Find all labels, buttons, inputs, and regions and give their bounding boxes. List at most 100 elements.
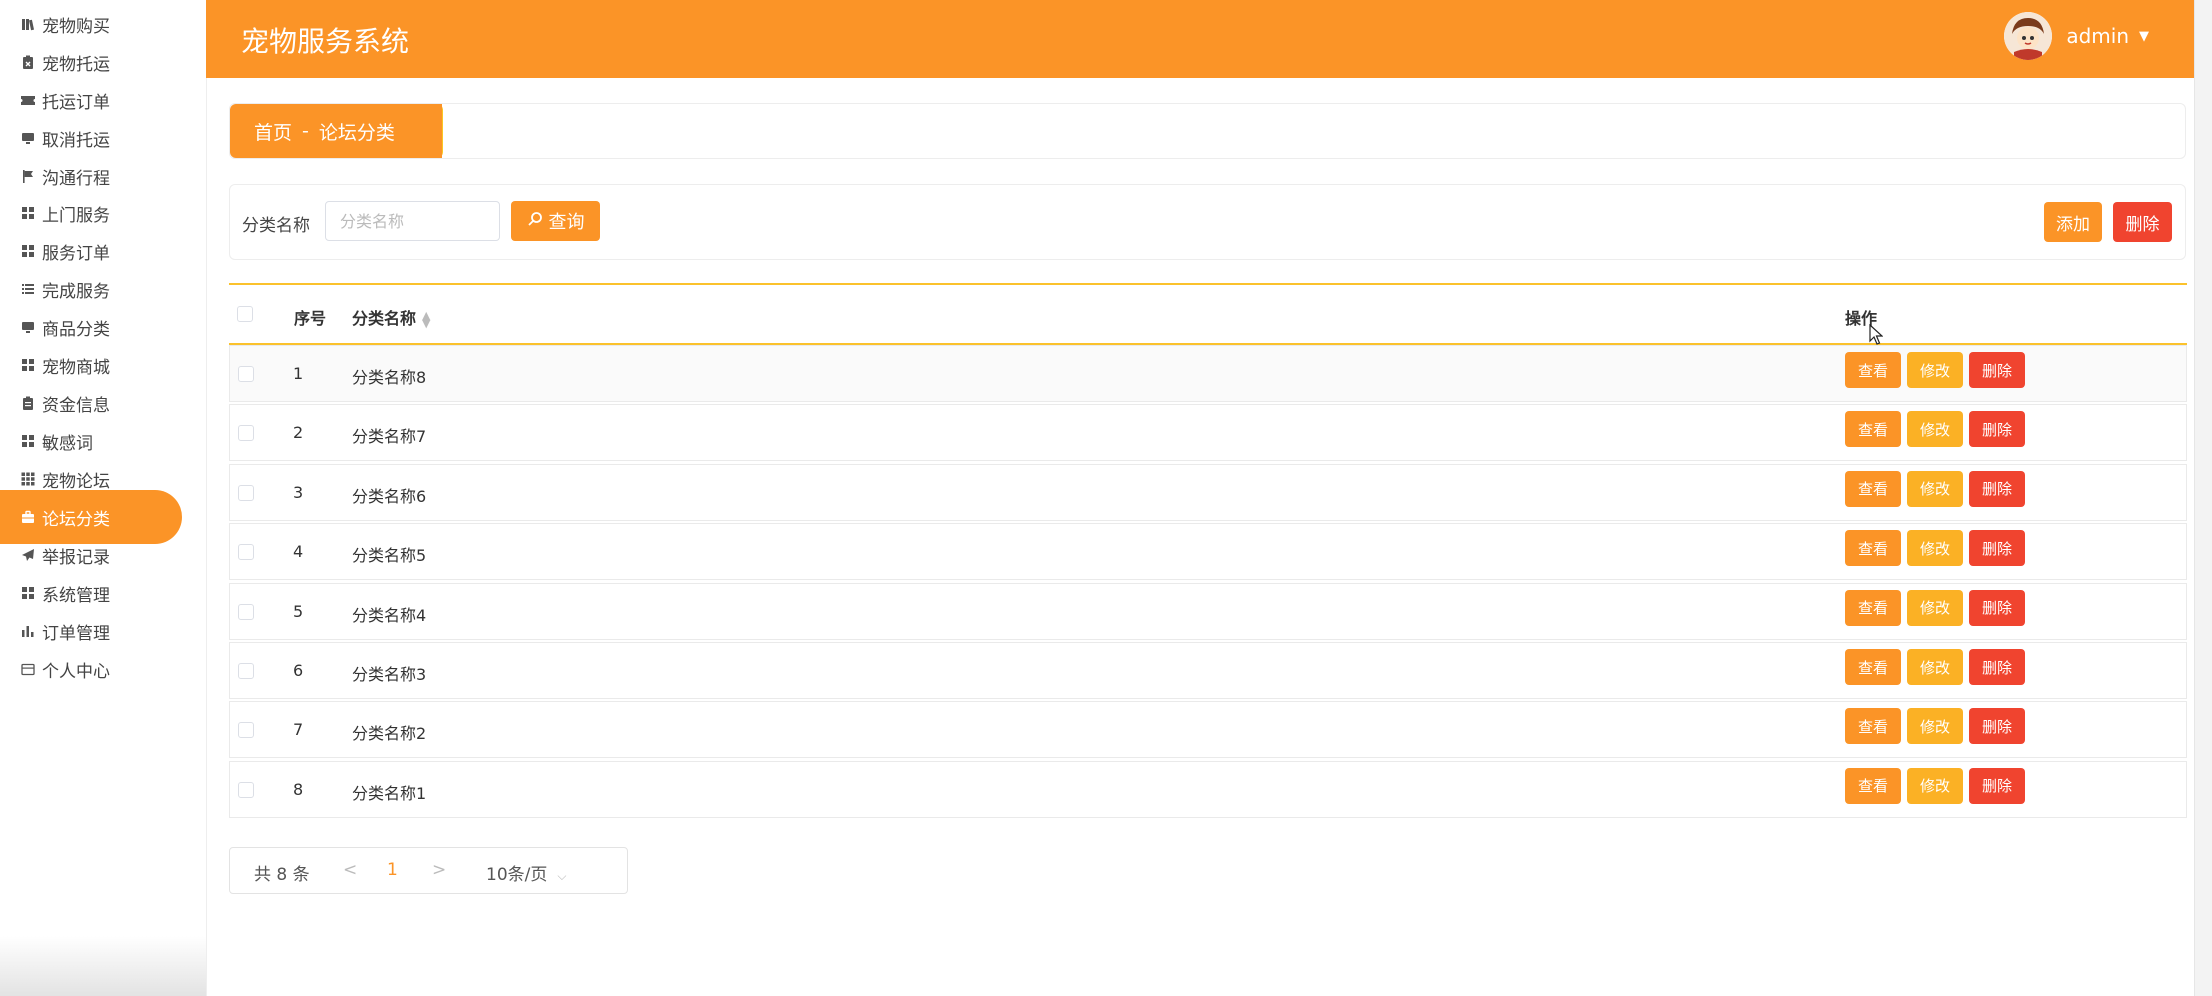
sidebar-item[interactable]: 资金信息	[0, 384, 182, 422]
delete-button[interactable]: 删除	[1969, 767, 2025, 804]
search-input[interactable]	[325, 201, 500, 241]
sidebar-item[interactable]: 宠物购买	[0, 5, 182, 43]
edit-button[interactable]: 修改	[1907, 708, 1963, 745]
sidebar-item[interactable]: 敏感词	[0, 422, 182, 460]
add-button[interactable]: 添加	[2044, 202, 2102, 242]
row-name: 分类名称2	[352, 724, 427, 744]
table-row: 7 分类名称2 查看 修改 删除	[229, 701, 2187, 759]
grid-icon	[20, 205, 36, 221]
view-button[interactable]: 查看	[1845, 649, 1901, 685]
edit-button[interactable]: 修改	[1907, 530, 1963, 567]
sidebar-item[interactable]: 宠物托运	[0, 43, 182, 81]
row-checkbox[interactable]	[238, 663, 254, 679]
table-row: 3 分类名称6 查看 修改 删除	[229, 463, 2187, 521]
edit-button[interactable]: 修改	[1907, 411, 1963, 448]
top-header: 宠物服务系统 admin ▼	[206, 0, 2195, 78]
delete-button[interactable]: 删除	[1969, 589, 2025, 626]
delete-button[interactable]: 删除	[1969, 649, 2025, 685]
send-icon	[20, 547, 36, 563]
sidebar-item-label: 宠物托运	[42, 54, 110, 75]
row-name: 分类名称1	[352, 783, 427, 803]
pagination-next-button[interactable]: >	[432, 860, 446, 880]
avatar[interactable]	[2004, 12, 2053, 60]
chevron-down-icon: ⌵	[557, 869, 567, 883]
sidebar: 宠物购买宠物托运托运订单 取消托运 沟通行程 上门服务服务订单完成服务 商品分类宠物商城…	[0, 0, 207, 996]
monitor-icon	[20, 319, 36, 335]
edit-button[interactable]: 修改	[1907, 470, 1963, 507]
user-menu[interactable]: admin ▼	[2004, 12, 2149, 60]
view-button[interactable]: 查看	[1845, 470, 1901, 507]
sidebar-item-label: 论坛分类	[42, 509, 110, 530]
view-button[interactable]: 查看	[1845, 767, 1901, 804]
sidebar-item[interactable]: 取消托运	[0, 119, 182, 157]
row-checkbox[interactable]	[238, 425, 254, 442]
grid-icon	[20, 243, 36, 259]
row-checkbox[interactable]	[238, 544, 254, 561]
table-row: 4 分类名称5 查看 修改 删除	[229, 523, 2187, 581]
sidebar-item[interactable]: 宠物商城	[0, 346, 182, 384]
sidebar-item-label: 宠物商城	[42, 357, 110, 378]
sidebar-item[interactable]: 托运订单	[0, 81, 182, 119]
row-index: 6	[293, 661, 304, 680]
row-checkbox[interactable]	[238, 781, 254, 798]
caret-down-icon[interactable]: ▼	[2139, 29, 2149, 44]
table-row: 2 分类名称7 查看 修改 删除	[229, 404, 2187, 462]
view-button[interactable]: 查看	[1845, 530, 1901, 567]
query-button[interactable]: 查询	[511, 201, 600, 241]
row-checkbox[interactable]	[238, 484, 254, 501]
sidebar-item-label: 个人中心	[42, 661, 110, 682]
table-row: 5 分类名称4 查看 修改 删除	[229, 582, 2187, 640]
sidebar-item[interactable]: 商品分类	[0, 308, 182, 346]
sidebar-item[interactable]: 完成服务	[0, 270, 182, 308]
sidebar-item-label: 宠物购买	[42, 16, 110, 37]
edit-button[interactable]: 修改	[1907, 649, 1963, 685]
delete-button[interactable]: 删除	[1969, 470, 2025, 507]
app-title: 宠物服务系统	[241, 25, 410, 58]
row-checkbox[interactable]	[238, 722, 254, 739]
sidebar-item[interactable]: 上门服务	[0, 194, 182, 232]
search-panel: 分类名称 查询 添加 删除	[229, 184, 2186, 260]
delete-button[interactable]: 删除	[1969, 530, 2025, 567]
sidebar-item[interactable]: 订单管理	[0, 612, 182, 650]
view-button[interactable]: 查看	[1845, 411, 1901, 448]
monitor-icon	[20, 130, 36, 146]
search-icon	[527, 211, 543, 231]
edit-button[interactable]: 修改	[1907, 352, 1963, 388]
delete-button[interactable]: 删除	[1969, 411, 2025, 448]
username[interactable]: admin	[2066, 24, 2129, 48]
briefcase-icon	[20, 509, 36, 525]
sort-icon[interactable]: ▲ ▼	[422, 310, 430, 329]
edit-button[interactable]: 修改	[1907, 767, 1963, 804]
breadcrumb-home[interactable]: 首页	[254, 118, 292, 145]
row-index: 2	[293, 423, 304, 443]
sidebar-item[interactable]: 系统管理	[0, 574, 182, 612]
sidebar-item-label: 服务订单	[42, 243, 110, 264]
mouse-cursor-icon	[1869, 324, 1883, 345]
edit-button[interactable]: 修改	[1907, 589, 1963, 626]
sidebar-item-label: 宠物论坛	[42, 471, 110, 492]
avatar-image	[2004, 12, 2053, 60]
row-checkbox[interactable]	[238, 366, 254, 382]
view-button[interactable]: 查看	[1845, 352, 1901, 388]
view-button[interactable]: 查看	[1845, 708, 1901, 745]
clipboard-x-icon	[20, 54, 36, 70]
header-name[interactable]: 分类名称 ▲ ▼	[352, 305, 430, 329]
row-index: 5	[293, 601, 304, 621]
batch-delete-button[interactable]: 删除	[2113, 202, 2172, 242]
select-all-checkbox[interactable]	[237, 306, 253, 322]
row-checkbox[interactable]	[238, 603, 254, 620]
pagination-prev-button[interactable]: <	[343, 860, 357, 880]
view-button[interactable]: 查看	[1845, 589, 1901, 626]
sidebar-item-label: 资金信息	[42, 395, 110, 416]
header-name-label: 分类名称	[352, 309, 417, 328]
pagination-page-1[interactable]: 1	[387, 860, 398, 880]
delete-button[interactable]: 删除	[1969, 708, 2025, 745]
sidebar-item[interactable]: 个人中心	[0, 650, 182, 688]
page-size-select[interactable]: 10条/页 ⌵	[486, 860, 566, 885]
sidebar-item[interactable]: 举报记录	[0, 536, 182, 574]
delete-button[interactable]: 删除	[1969, 352, 2025, 388]
row-name: 分类名称7	[352, 427, 427, 447]
scrollbar[interactable]	[2194, 0, 2212, 996]
sidebar-item[interactable]: 服务订单	[0, 232, 182, 270]
sidebar-item[interactable]: 沟通行程	[0, 157, 182, 195]
